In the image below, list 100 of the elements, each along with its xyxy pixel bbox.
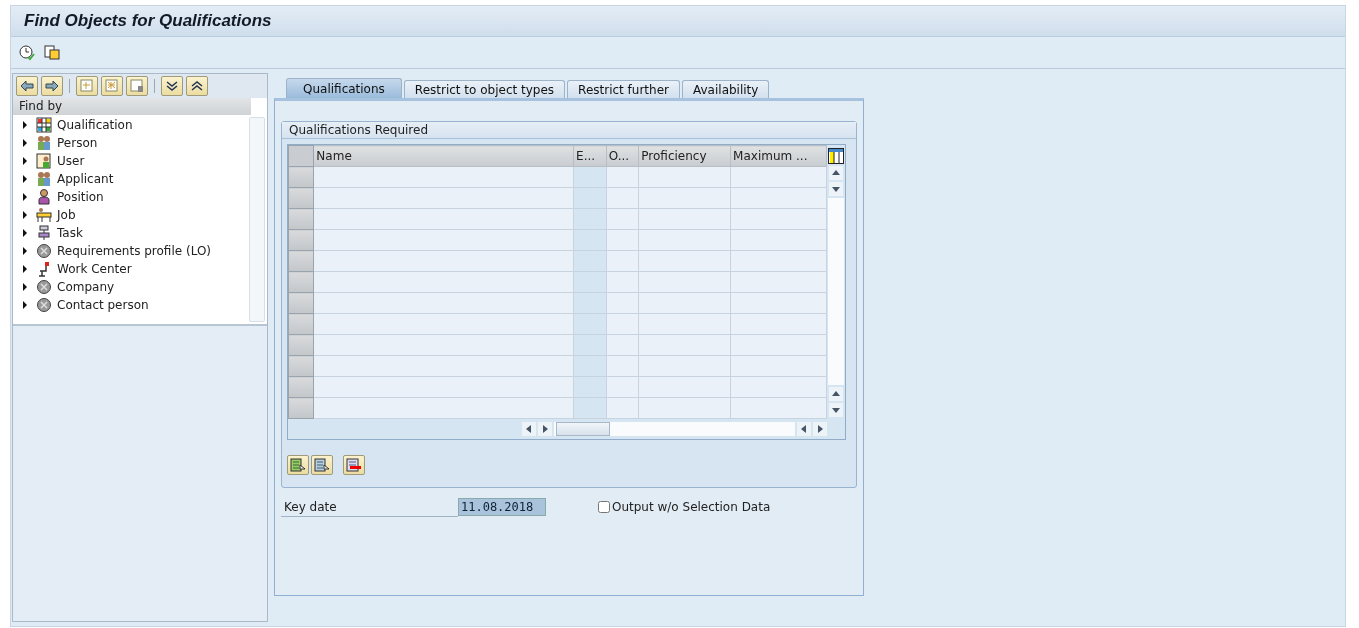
scrollbar-thumb[interactable]: [556, 422, 610, 436]
field-label: Key date: [281, 497, 458, 517]
new-node-button[interactable]: [76, 76, 98, 96]
x-circle-icon: [36, 297, 52, 313]
expand-toggle[interactable]: [23, 211, 27, 219]
table-cell[interactable]: [313, 187, 574, 209]
people-icon: [36, 171, 52, 187]
row-selector[interactable]: [288, 166, 314, 188]
expand-toggle[interactable]: [23, 283, 27, 291]
append-row-button[interactable]: [311, 455, 333, 475]
tab[interactable]: Availability: [682, 80, 770, 98]
tree-item[interactable]: Task: [57, 226, 83, 240]
row-selector[interactable]: [288, 334, 314, 356]
scrollbar[interactable]: [249, 117, 265, 322]
column-header[interactable]: Name: [313, 145, 574, 167]
tree-item[interactable]: Person: [57, 136, 98, 150]
row-selector[interactable]: [288, 376, 314, 398]
tree-item[interactable]: Job: [57, 208, 76, 222]
row-selector[interactable]: [288, 250, 314, 272]
back-arrow-icon: [19, 79, 35, 93]
x-circle-icon: [36, 279, 52, 295]
expand-toggle[interactable]: [23, 247, 27, 255]
window-title: Find Objects for Qualifications: [24, 11, 272, 31]
clock-check-icon[interactable]: [19, 44, 35, 61]
table-cell[interactable]: [313, 166, 574, 188]
table-cell[interactable]: [313, 229, 574, 251]
tab[interactable]: Restrict to object types: [403, 80, 566, 98]
table-cell[interactable]: [313, 397, 574, 419]
tree-item[interactable]: Company: [57, 280, 115, 294]
column-header[interactable]: O...: [606, 145, 639, 167]
table-cell[interactable]: [313, 376, 574, 398]
desk-icon: [36, 207, 52, 223]
scroll-down-button[interactable]: [829, 403, 843, 417]
insert-row-button[interactable]: [287, 455, 309, 475]
date-field[interactable]: 11.08.2018: [458, 498, 546, 516]
collapse-all-icon: [189, 79, 205, 93]
column-header[interactable]: E...: [573, 145, 607, 167]
back-arrow-button[interactable]: [16, 76, 38, 96]
tree-item[interactable]: Work Center: [57, 262, 132, 276]
table-cell[interactable]: [313, 313, 574, 335]
tab[interactable]: Qualifications: [286, 78, 402, 98]
copy-icon[interactable]: [44, 44, 60, 61]
expand-toggle[interactable]: [23, 229, 27, 237]
expand-all-icon: [164, 79, 180, 93]
expand-all-button[interactable]: [161, 76, 183, 96]
tab[interactable]: Restrict further: [567, 80, 680, 98]
tree-item[interactable]: Qualification: [57, 118, 133, 132]
column-header[interactable]: Proficiency: [638, 145, 731, 167]
grid-icon: [36, 117, 52, 133]
row-selector[interactable]: [288, 292, 314, 314]
expand-toggle[interactable]: [23, 175, 27, 183]
user-card-icon: [36, 153, 52, 169]
expand-toggle[interactable]: [23, 301, 27, 309]
row-selector[interactable]: [288, 313, 314, 335]
x-circle-icon: [36, 243, 52, 259]
collapse-all-button[interactable]: [186, 76, 208, 96]
checkbox-label: Output w/o Selection Data: [612, 500, 771, 514]
scroll-left-button[interactable]: [522, 422, 536, 436]
row-selector[interactable]: [288, 229, 314, 251]
table-cell[interactable]: [313, 355, 574, 377]
table-cell[interactable]: [313, 271, 574, 293]
table-cell[interactable]: [313, 250, 574, 272]
table-cell[interactable]: [313, 334, 574, 356]
row-selector[interactable]: [288, 271, 314, 293]
tree-item[interactable]: Contact person: [57, 298, 149, 312]
select-all-cell[interactable]: [288, 145, 314, 167]
append-row-icon: [314, 458, 330, 472]
tree-item[interactable]: Requirements profile (LO): [57, 244, 212, 258]
row-selector[interactable]: [288, 187, 314, 209]
scrollbar-track[interactable]: [828, 198, 844, 385]
expand-toggle[interactable]: [23, 157, 27, 165]
expand-toggle[interactable]: [23, 193, 27, 201]
column-header: Find by: [13, 98, 251, 115]
expand-toggle[interactable]: [23, 139, 27, 147]
row-selector[interactable]: [288, 397, 314, 419]
tree-item[interactable]: Applicant: [57, 172, 114, 186]
table-cell[interactable]: [313, 292, 574, 314]
delete-row-button[interactable]: [343, 455, 365, 475]
delete-node-icon: [129, 79, 145, 93]
expand-toggle[interactable]: [23, 265, 27, 273]
row-selector[interactable]: [288, 208, 314, 230]
checkbox[interactable]: [598, 501, 610, 513]
scroll-down-button[interactable]: [829, 182, 843, 196]
column-layout-icon[interactable]: [828, 148, 844, 164]
scroll-right-button[interactable]: [538, 422, 552, 436]
scroll-up-button[interactable]: [829, 387, 843, 401]
table-cell[interactable]: [313, 208, 574, 230]
person-icon: [36, 189, 52, 205]
tree-item[interactable]: Position: [57, 190, 104, 204]
scroll-right-button[interactable]: [813, 422, 827, 436]
task-icon: [36, 225, 52, 241]
tree-item[interactable]: User: [57, 154, 85, 168]
scroll-left-button[interactable]: [797, 422, 811, 436]
forward-arrow-button[interactable]: [41, 76, 63, 96]
row-selector[interactable]: [288, 355, 314, 377]
expand-toggle[interactable]: [23, 121, 27, 129]
column-header[interactable]: Maximum ...: [730, 145, 827, 167]
delete-node-button[interactable]: [126, 76, 148, 96]
group-title: Qualifications Required: [282, 122, 856, 139]
scroll-up-button[interactable]: [829, 166, 843, 180]
